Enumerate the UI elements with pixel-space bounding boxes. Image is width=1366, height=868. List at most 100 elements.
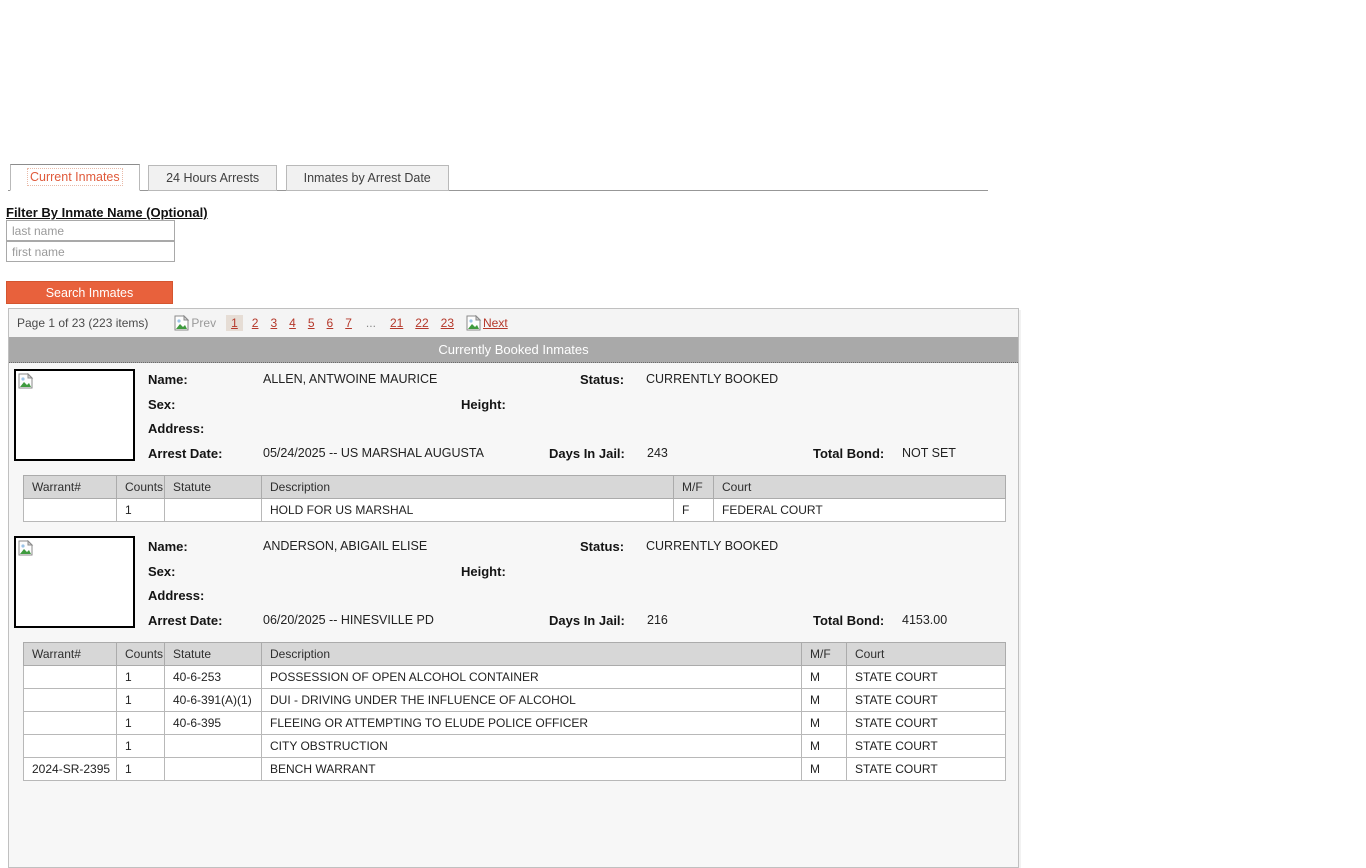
description-cell: CITY OBSTRUCTION	[262, 735, 802, 758]
inmate-name: ANDERSON, ABIGAIL ELISE	[263, 539, 427, 553]
court-cell: STATE COURT	[847, 666, 1006, 689]
tab-inmates-by-arrest-date[interactable]: Inmates by Arrest Date	[286, 165, 449, 191]
inmate-status: CURRENTLY BOOKED	[646, 372, 778, 386]
charges-table: Warrant# Counts Statute Description M/F …	[23, 475, 1006, 522]
tab-label: Current Inmates	[28, 169, 122, 185]
broken-image-icon	[174, 315, 190, 331]
arrest-date-label: Arrest Date:	[148, 613, 222, 628]
status-label: Status:	[580, 372, 624, 387]
page-number-link[interactable]: 2	[252, 316, 259, 330]
mf-cell: M	[802, 666, 847, 689]
status-label: Status:	[580, 539, 624, 554]
prev-page-link[interactable]: Prev	[174, 315, 216, 331]
page-number-current: 1	[226, 315, 243, 331]
warrant-cell	[24, 712, 117, 735]
description-cell: BENCH WARRANT	[262, 758, 802, 781]
counts-cell: 1	[117, 735, 165, 758]
description-header: Description	[262, 476, 674, 499]
warrant-cell	[24, 689, 117, 712]
charge-row: 1 40-6-391(A)(1) DUI - DRIVING UNDER THE…	[24, 689, 1006, 712]
charges-table: Warrant# Counts Statute Description M/F …	[23, 642, 1006, 781]
inmate-name: ALLEN, ANTWOINE MAURICE	[263, 372, 437, 386]
total-bond-label: Total Bond:	[813, 446, 884, 461]
filter-heading: Filter By Inmate Name (Optional)	[6, 205, 208, 220]
search-inmates-button[interactable]: Search Inmates	[6, 281, 173, 304]
tab-24-hours-arrests[interactable]: 24 Hours Arrests	[148, 165, 277, 191]
tab-label: 24 Hours Arrests	[166, 171, 259, 185]
address-label: Address:	[148, 588, 204, 603]
counts-cell: 1	[117, 499, 165, 522]
broken-image-icon	[18, 373, 34, 389]
charges-header-row: Warrant# Counts Statute Description M/F …	[24, 476, 1006, 499]
total-bond-label: Total Bond:	[813, 613, 884, 628]
page-ellipsis: ...	[366, 316, 376, 330]
court-cell: STATE COURT	[847, 758, 1006, 781]
counts-header: Counts	[117, 476, 165, 499]
height-label: Height:	[461, 397, 506, 412]
charge-row: 1 40-6-253 POSSESSION OF OPEN ALCOHOL CO…	[24, 666, 1006, 689]
next-label: Next	[483, 316, 508, 330]
counts-cell: 1	[117, 712, 165, 735]
court-cell: FEDERAL COURT	[714, 499, 1006, 522]
description-header: Description	[262, 643, 802, 666]
last-name-input[interactable]	[6, 220, 175, 241]
charge-row: 1 40-6-395 FLEEING OR ATTEMPTING TO ELUD…	[24, 712, 1006, 735]
height-label: Height:	[461, 564, 506, 579]
tab-current-inmates[interactable]: Current Inmates	[10, 164, 140, 191]
tab-bar: Current Inmates 24 Hours Arrests Inmates…	[8, 164, 988, 191]
warrant-cell	[24, 735, 117, 758]
page-number-link[interactable]: 21	[390, 316, 403, 330]
address-label: Address:	[148, 421, 204, 436]
statute-cell: 40-6-391(A)(1)	[165, 689, 262, 712]
name-label: Name:	[148, 372, 188, 387]
court-cell: STATE COURT	[847, 735, 1006, 758]
page-number-link[interactable]: 23	[441, 316, 454, 330]
inmate-photo	[14, 536, 135, 628]
page-number-link[interactable]: 6	[327, 316, 334, 330]
mf-cell: F	[674, 499, 714, 522]
court-header: Court	[847, 643, 1006, 666]
inmate-photo	[14, 369, 135, 461]
days-in-jail-label: Days In Jail:	[549, 446, 625, 461]
description-cell: FLEEING OR ATTEMPTING TO ELUDE POLICE OF…	[262, 712, 802, 735]
court-header: Court	[714, 476, 1006, 499]
description-cell: POSSESSION OF OPEN ALCOHOL CONTAINER	[262, 666, 802, 689]
broken-image-icon	[18, 540, 34, 556]
counts-cell: 1	[117, 666, 165, 689]
mf-header: M/F	[674, 476, 714, 499]
page-number-link[interactable]: 3	[270, 316, 277, 330]
next-page-link[interactable]: Next	[466, 315, 508, 331]
mf-header: M/F	[802, 643, 847, 666]
counts-cell: 1	[117, 758, 165, 781]
statute-cell: 40-6-395	[165, 712, 262, 735]
inmate-record: Name: ALLEN, ANTWOINE MAURICE Status: CU…	[9, 365, 1018, 469]
days-in-jail-label: Days In Jail:	[549, 613, 625, 628]
arrest-date-label: Arrest Date:	[148, 446, 222, 461]
inmate-arrest-date: 06/20/2025 -- HINESVILLE PD	[263, 613, 434, 627]
page-number-link[interactable]: 4	[289, 316, 296, 330]
counts-cell: 1	[117, 689, 165, 712]
first-name-input[interactable]	[6, 241, 175, 262]
mf-cell: M	[802, 758, 847, 781]
page-number-link[interactable]: 5	[308, 316, 315, 330]
inmate-record: Name: ANDERSON, ABIGAIL ELISE Status: CU…	[9, 532, 1018, 636]
charge-row: 2024-SR-2395 1 BENCH WARRANT M STATE COU…	[24, 758, 1006, 781]
statute-header: Statute	[165, 476, 262, 499]
statute-cell	[165, 735, 262, 758]
charge-row: 1 HOLD FOR US MARSHAL F FEDERAL COURT	[24, 499, 1006, 522]
warrant-cell: 2024-SR-2395	[24, 758, 117, 781]
description-cell: HOLD FOR US MARSHAL	[262, 499, 674, 522]
warrant-cell	[24, 499, 117, 522]
prev-label: Prev	[191, 316, 216, 330]
name-label: Name:	[148, 539, 188, 554]
pagination-bar: Page 1 of 23 (223 items) Prev 1 2 3 4 5 …	[9, 309, 1018, 337]
inmate-days-in-jail: 243	[647, 446, 668, 460]
warrant-header: Warrant#	[24, 476, 117, 499]
inmates-panel: Page 1 of 23 (223 items) Prev 1 2 3 4 5 …	[8, 308, 1019, 868]
mf-cell: M	[802, 689, 847, 712]
inmate-arrest-date: 05/24/2025 -- US MARSHAL AUGUSTA	[263, 446, 484, 460]
page-number-link[interactable]: 7	[345, 316, 352, 330]
inmate-status: CURRENTLY BOOKED	[646, 539, 778, 553]
mf-cell: M	[802, 735, 847, 758]
page-number-link[interactable]: 22	[415, 316, 428, 330]
